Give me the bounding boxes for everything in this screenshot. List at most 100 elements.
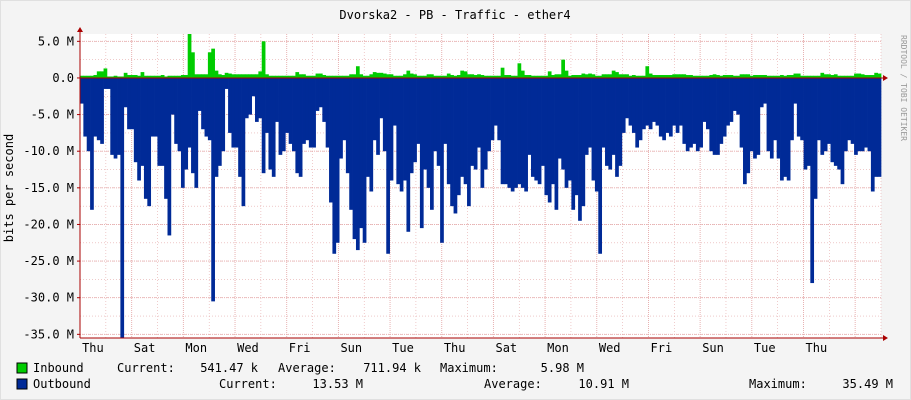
inbound-bar (234, 74, 239, 78)
inbound-bar (645, 66, 650, 78)
inbound-bar (386, 74, 390, 78)
outbound-bar (376, 77, 380, 155)
outbound-bar (490, 77, 495, 141)
inbound-bar (564, 70, 569, 78)
outbound-bar (174, 77, 178, 144)
outbound-bar (833, 77, 838, 166)
outbound-bar (217, 77, 222, 166)
outbound-bar (739, 77, 744, 148)
inbound-bar (477, 74, 481, 78)
outbound-bar (100, 77, 104, 144)
inbound-bar (359, 74, 364, 78)
outbound-bar (793, 77, 798, 104)
outbound-bar (349, 77, 353, 210)
outbound-bar (426, 77, 431, 188)
legend-swatch-outbound (16, 378, 28, 390)
inbound-bar (302, 74, 306, 78)
inbound-bar (255, 74, 259, 78)
outbound-bar (611, 77, 616, 155)
legend-maximum-label-inbound: Maximum: (440, 361, 498, 375)
inbound-bar (96, 71, 101, 78)
outbound-bar (692, 77, 697, 144)
outbound-bar (103, 77, 108, 89)
inbound-bar (298, 74, 303, 78)
outbound-bar (473, 77, 478, 170)
inbound-bar (605, 74, 609, 78)
inbound-bar (100, 71, 104, 78)
watermark-text: RRDTOOL / TOBI OETIKER (899, 35, 908, 141)
inbound-bar (739, 74, 744, 78)
inbound-bar (406, 70, 411, 78)
outbound-bar (571, 77, 576, 210)
outbound-bar (749, 77, 754, 152)
x-tick-label: Mon (185, 341, 207, 355)
outbound-bar (224, 77, 229, 89)
outbound-bar (877, 77, 882, 177)
inbound-bar (295, 72, 300, 78)
inbound-bar (231, 74, 236, 78)
inbound-bar (557, 74, 562, 78)
outbound-bar (648, 77, 653, 130)
inbound-bar (352, 74, 357, 78)
outbound-bar (241, 77, 246, 207)
outbound-bar (177, 77, 182, 152)
outbound-bar (281, 77, 286, 152)
outbound-bar (305, 77, 310, 141)
inbound-bar (197, 74, 202, 78)
inbound-bar (413, 74, 417, 78)
outbound-bar (211, 77, 215, 302)
inbound-bar (712, 74, 717, 78)
outbound-bar (150, 77, 155, 137)
outbound-bar (530, 77, 535, 177)
x-tick-label: Mon (547, 341, 569, 355)
inbound-bar (672, 74, 677, 78)
outbound-bar (843, 77, 848, 152)
legend-maximum-inbound: 5.98 M (541, 361, 584, 375)
outbound-bar (557, 77, 562, 159)
outbound-bar (288, 77, 293, 144)
outbound-bar (312, 77, 316, 148)
outbound-bar (433, 77, 438, 152)
outbound-bar (625, 77, 629, 119)
outbound-bar (514, 77, 518, 188)
y-tick-label: -5.0 M (31, 108, 74, 122)
inbound-bar (376, 72, 380, 78)
inbound-bar (403, 74, 407, 78)
outbound-bar (430, 77, 434, 210)
legend-name-inbound: Inbound (33, 361, 84, 375)
outbound-bar (154, 77, 158, 137)
outbound-bar (537, 77, 542, 185)
outbound-bar (675, 77, 680, 133)
outbound-bar (483, 77, 488, 170)
outbound-bar (635, 77, 640, 148)
legend-maximum-label-outbound: Maximum: (749, 377, 807, 391)
outbound-bar (753, 77, 757, 159)
outbound-bar (366, 77, 370, 177)
inbound-bar (601, 74, 606, 78)
outbound-bar (123, 77, 128, 108)
outbound-bar (817, 77, 821, 141)
outbound-bar (403, 77, 407, 181)
outbound-bar (382, 77, 387, 152)
y-tick-label: -35.0 M (23, 327, 74, 341)
x-tick-label: Sat (134, 341, 156, 355)
outbound-bar (170, 77, 175, 115)
inbound-bar (204, 74, 209, 78)
outbound-bar (682, 77, 687, 144)
outbound-bar (275, 77, 279, 122)
outbound-bar (143, 77, 148, 199)
outbound-bar (463, 77, 468, 185)
x-tick-label: Wed (599, 341, 621, 355)
outbound-bar (352, 77, 357, 240)
outbound-bar (578, 77, 582, 221)
outbound-bar (551, 77, 555, 185)
outbound-bar (127, 77, 131, 130)
outbound-bar (712, 77, 717, 155)
outbound-bar (221, 77, 226, 152)
outbound-bar (110, 77, 115, 155)
outbound-bar (827, 77, 831, 144)
outbound-bar (658, 77, 663, 137)
outbound-bar (813, 77, 818, 199)
x-tick-label: Thu (82, 341, 104, 355)
outbound-bar (702, 77, 707, 122)
